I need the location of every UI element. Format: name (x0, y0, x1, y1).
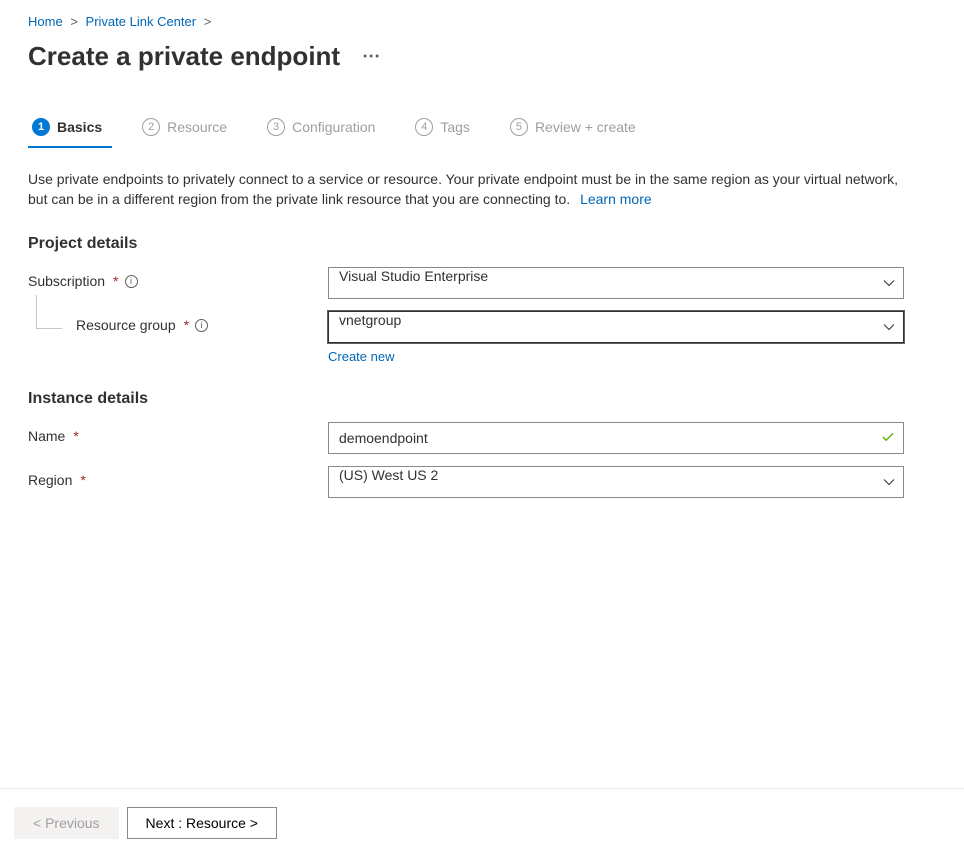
tab-step-number: 1 (32, 118, 50, 136)
create-new-resource-group-link[interactable]: Create new (328, 349, 394, 364)
next-button[interactable]: Next : Resource > (127, 807, 277, 839)
section-instance-details: Instance details (28, 390, 936, 408)
wizard-footer: < Previous Next : Resource > (0, 788, 964, 857)
row-name: Name * (28, 422, 936, 454)
tab-label: Review + create (535, 119, 636, 135)
subscription-label: Subscription (28, 273, 105, 289)
required-indicator: * (80, 472, 85, 488)
tab-label: Resource (167, 119, 227, 135)
tab-review-create[interactable]: 5 Review + create (506, 112, 646, 148)
page-title-row: Create a private endpoint ⋯ (28, 41, 936, 72)
page-title: Create a private endpoint (28, 41, 340, 72)
section-project-details: Project details (28, 235, 936, 253)
required-indicator: * (113, 273, 118, 289)
tab-step-number: 4 (415, 118, 433, 136)
tab-label: Tags (440, 119, 470, 135)
resource-group-select[interactable]: vnetgroup (328, 311, 904, 343)
breadcrumb-private-link-center[interactable]: Private Link Center (86, 14, 197, 29)
tab-label: Basics (57, 119, 102, 135)
tab-basics[interactable]: 1 Basics (28, 112, 112, 148)
tab-label: Configuration (292, 119, 375, 135)
chevron-right-icon: > (204, 14, 212, 29)
tab-tags[interactable]: 4 Tags (411, 112, 480, 148)
tab-step-number: 2 (142, 118, 160, 136)
wizard-tabs: 1 Basics 2 Resource 3 Configuration 4 Ta… (28, 112, 936, 148)
row-subscription: Subscription * i Visual Studio Enterpris… (28, 267, 936, 299)
region-label: Region (28, 472, 72, 488)
row-region: Region * (US) West US 2 (28, 466, 936, 498)
tab-resource[interactable]: 2 Resource (138, 112, 237, 148)
name-label: Name (28, 428, 65, 444)
hierarchy-elbow-icon (36, 295, 62, 329)
breadcrumb-home[interactable]: Home (28, 14, 63, 29)
tab-step-number: 3 (267, 118, 285, 136)
breadcrumb: Home > Private Link Center > (28, 14, 936, 29)
chevron-right-icon: > (70, 14, 78, 29)
subscription-select[interactable]: Visual Studio Enterprise (328, 267, 904, 299)
required-indicator: * (184, 317, 189, 333)
row-resource-group: Resource group * i vnetgroup Create new (28, 311, 936, 364)
region-select[interactable]: (US) West US 2 (328, 466, 904, 498)
previous-button: < Previous (14, 807, 119, 839)
name-input[interactable] (328, 422, 904, 454)
resource-group-label: Resource group (76, 317, 176, 333)
tab-description: Use private endpoints to privately conne… (28, 170, 918, 209)
info-icon[interactable]: i (125, 275, 138, 288)
tab-configuration[interactable]: 3 Configuration (263, 112, 385, 148)
more-actions-icon[interactable]: ⋯ (362, 46, 382, 67)
required-indicator: * (73, 428, 78, 444)
tab-step-number: 5 (510, 118, 528, 136)
info-icon[interactable]: i (195, 319, 208, 332)
learn-more-link[interactable]: Learn more (580, 191, 652, 207)
description-text: Use private endpoints to privately conne… (28, 171, 898, 207)
